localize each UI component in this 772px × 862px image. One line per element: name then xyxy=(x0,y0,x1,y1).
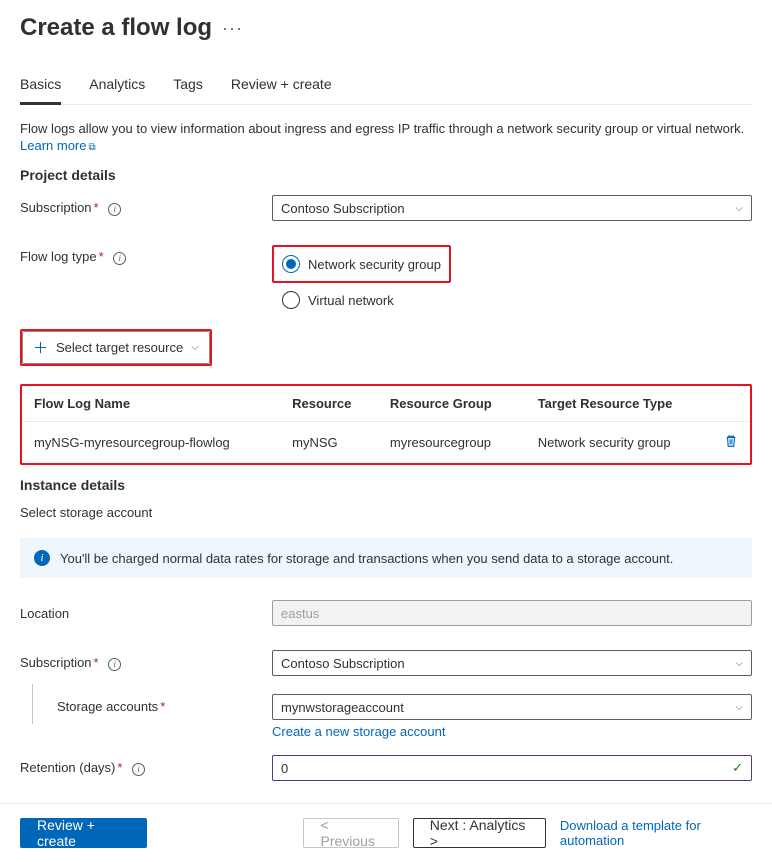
radio-nsg[interactable]: Network security group xyxy=(282,251,441,277)
subscription2-select[interactable]: Contoso Subscription ⌵ xyxy=(272,650,752,676)
select-target-resource-button[interactable]: ＋ Select target resource ⌵ xyxy=(22,331,210,364)
download-template-link[interactable]: Download a template for automation xyxy=(560,818,752,848)
next-button[interactable]: Next : Analytics > xyxy=(413,818,546,848)
table-header-row: Flow Log Name Resource Resource Group Ta… xyxy=(22,386,750,422)
highlight-annotation: ＋ Select target resource ⌵ xyxy=(20,329,212,366)
more-actions-button[interactable]: ··· xyxy=(222,18,243,39)
external-link-icon: ⧉ xyxy=(88,142,95,153)
highlight-annotation: Flow Log Name Resource Resource Group Ta… xyxy=(20,384,752,465)
location-input: eastus xyxy=(272,600,752,626)
info-icon[interactable]: i xyxy=(108,203,121,216)
storage-accounts-select[interactable]: mynwstorageaccount ⌵ xyxy=(272,694,752,720)
tab-bar: Basics Analytics Tags Review + create xyxy=(20,76,752,105)
info-icon[interactable]: i xyxy=(113,252,126,265)
chevron-down-icon: ⌵ xyxy=(735,658,743,669)
intro-text: Flow logs allow you to view information … xyxy=(20,121,752,136)
storage-accounts-label: Storage accounts* xyxy=(57,699,165,714)
subscription-select[interactable]: Contoso Subscription ⌵ xyxy=(272,195,752,221)
table-row: myNSG-myresourcegroup-flowlog myNSG myre… xyxy=(22,422,750,464)
delete-icon[interactable] xyxy=(724,436,738,451)
subscription2-label: Subscription* i xyxy=(20,655,272,671)
create-storage-link[interactable]: Create a new storage account xyxy=(272,724,445,739)
check-icon: ✓ xyxy=(732,760,743,776)
highlight-annotation: Network security group xyxy=(272,245,451,283)
chevron-down-icon: ⌵ xyxy=(191,342,199,353)
info-icon[interactable]: i xyxy=(132,763,145,776)
learn-more-link[interactable]: Learn more⧉ xyxy=(20,138,96,153)
footer-bar: Review + create < Previous Next : Analyt… xyxy=(0,803,772,862)
subscription-label: Subscription* i xyxy=(20,200,272,216)
flow-log-type-label: Flow log type* i xyxy=(20,245,272,265)
chevron-down-icon: ⌵ xyxy=(735,203,743,214)
tab-tags[interactable]: Tags xyxy=(173,76,203,105)
page-title: Create a flow log xyxy=(20,14,212,42)
info-icon: i xyxy=(34,550,50,566)
review-create-button[interactable]: Review + create xyxy=(20,818,147,848)
plus-icon: ＋ xyxy=(33,337,48,358)
storage-select-label: Select storage account xyxy=(20,505,752,520)
tab-basics[interactable]: Basics xyxy=(20,76,61,105)
previous-button: < Previous xyxy=(303,818,398,848)
tab-analytics[interactable]: Analytics xyxy=(89,76,145,105)
info-icon[interactable]: i xyxy=(108,658,121,671)
retention-input[interactable]: 0 ✓ xyxy=(272,755,752,781)
retention-label: Retention (days)* i xyxy=(20,760,272,776)
storage-charge-banner: i You'll be charged normal data rates fo… xyxy=(20,538,752,578)
target-resource-table: Flow Log Name Resource Resource Group Ta… xyxy=(22,386,750,463)
instance-details-heading: Instance details xyxy=(20,477,752,493)
chevron-down-icon: ⌵ xyxy=(735,702,743,713)
radio-vnet[interactable]: Virtual network xyxy=(272,287,752,313)
location-label: Location xyxy=(20,606,272,621)
tab-review-create[interactable]: Review + create xyxy=(231,76,332,105)
project-details-heading: Project details xyxy=(20,167,752,183)
